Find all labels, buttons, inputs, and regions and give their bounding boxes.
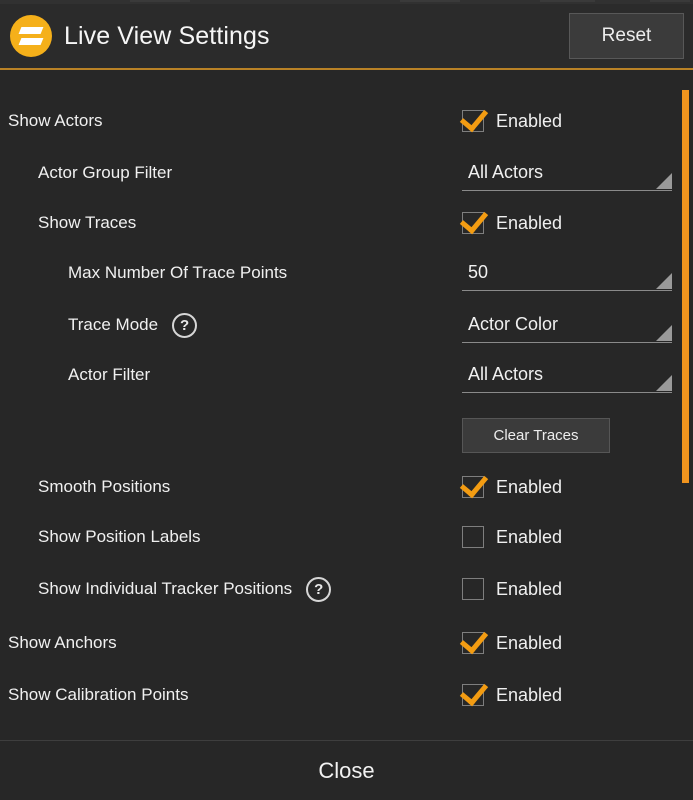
setting-label-max-number-of-trace-points: Max Number Of Trace Points (0, 263, 287, 283)
checkbox-show-position-labels[interactable]: Enabled (462, 526, 562, 548)
checkbox-label: Enabled (496, 633, 562, 654)
label-text: Show Actors (8, 111, 103, 131)
dropdown-value: 50 (462, 262, 488, 283)
setting-control-actor-group-filter: All Actors (462, 155, 674, 191)
dropdown-resize-triangle-icon[interactable] (656, 325, 672, 341)
page-title: Live View Settings (64, 22, 270, 51)
setting-label-show-position-labels: Show Position Labels (0, 527, 201, 547)
label-text: Max Number Of Trace Points (68, 263, 287, 283)
setting-control-smooth-positions: Enabled (462, 476, 674, 498)
dropdown-max-number-of-trace-points[interactable]: 50 (462, 255, 672, 291)
checkmark-icon[interactable] (462, 212, 484, 234)
setting-row-smooth-positions: Smooth Positions Enabled (0, 462, 693, 512)
dropdown-actor-filter[interactable]: All Actors (462, 357, 672, 393)
checkmark-icon[interactable] (462, 110, 484, 132)
dropdown-value: All Actors (462, 364, 543, 385)
label-text: Actor Filter (68, 365, 150, 385)
checkbox-show-traces[interactable]: Enabled (462, 212, 562, 234)
setting-row-trace-mode: Trace Mode? Actor Color (0, 300, 693, 350)
reset-button[interactable]: Reset (569, 13, 684, 59)
scrollbar-track[interactable] (683, 70, 691, 738)
setting-row-max-number-of-trace-points: Max Number Of Trace Points 50 (0, 248, 693, 298)
checkbox-label: Enabled (496, 579, 562, 600)
dropdown-resize-triangle-icon[interactable] (656, 173, 672, 189)
checkbox-show-individual-tracker-positions[interactable]: Enabled (462, 578, 562, 600)
checkmark-icon[interactable] (462, 476, 484, 498)
setting-row-show-calibration-points: Show Calibration Points Enabled (0, 670, 693, 720)
setting-control-show-position-labels: Enabled (462, 526, 674, 548)
setting-control-show-calibration-points: Enabled (462, 684, 674, 706)
close-button[interactable]: Close (0, 741, 693, 800)
setting-control-actor-filter: All Actors (462, 357, 674, 393)
checkbox-show-actors[interactable]: Enabled (462, 110, 562, 132)
setting-row-show-traces: Show Traces Enabled (0, 198, 693, 248)
close-button-label: Close (318, 758, 374, 784)
setting-label-actor-filter: Actor Filter (0, 365, 150, 385)
checkbox-label: Enabled (496, 685, 562, 706)
setting-row-show-position-labels: Show Position Labels Enabled (0, 512, 693, 562)
dropdown-resize-triangle-icon[interactable] (656, 375, 672, 391)
checkbox-label: Enabled (496, 213, 562, 234)
dropdown-trace-mode[interactable]: Actor Color (462, 307, 672, 343)
empty-checkbox-icon[interactable] (462, 526, 484, 548)
settings-list: Show Actors Enabled Actor Group Filter All … (0, 70, 693, 738)
setting-label-trace-mode: Trace Mode? (0, 313, 197, 338)
setting-row-actor-filter: Actor Filter All Actors (0, 350, 693, 400)
checkbox-smooth-positions[interactable]: Enabled (462, 476, 562, 498)
setting-label-show-traces: Show Traces (0, 213, 136, 233)
setting-label-show-individual-tracker-positions: Show Individual Tracker Positions? (0, 577, 331, 602)
setting-control-show-individual-tracker-positions: Enabled (462, 578, 674, 600)
dropdown-actor-group-filter[interactable]: All Actors (462, 155, 672, 191)
checkbox-show-anchors[interactable]: Enabled (462, 632, 562, 654)
setting-control-show-anchors: Enabled (462, 632, 674, 654)
label-text: Show Individual Tracker Positions (38, 579, 292, 599)
label-text: Show Traces (38, 213, 136, 233)
setting-label-show-actors: Show Actors (0, 111, 103, 131)
label-text: Actor Group Filter (38, 163, 172, 183)
setting-control-trace-mode: Actor Color (462, 307, 674, 343)
setting-label-show-anchors: Show Anchors (0, 633, 117, 653)
setting-control-show-traces: Enabled (462, 212, 674, 234)
setting-row-clear-traces: Clear Traces (0, 410, 693, 460)
setting-row-actor-group-filter: Actor Group Filter All Actors (0, 148, 693, 198)
label-text: Show Calibration Points (8, 685, 188, 705)
setting-row-show-anchors: Show Anchors Enabled (0, 618, 693, 668)
scrollbar-thumb[interactable] (682, 90, 689, 483)
label-text: Trace Mode (68, 315, 158, 335)
dialog-header: Live View Settings Reset (0, 4, 693, 68)
dropdown-value: All Actors (462, 162, 543, 183)
setting-label-actor-group-filter: Actor Group Filter (0, 163, 172, 183)
checkmark-icon[interactable] (462, 684, 484, 706)
setting-row-show-actors: Show Actors Enabled (0, 96, 693, 146)
setting-control-max-number-of-trace-points: 50 (462, 255, 674, 291)
live-view-settings-dialog: Live View Settings Reset Show Actors Enab… (0, 0, 693, 800)
checkbox-label: Enabled (496, 477, 562, 498)
setting-label-show-calibration-points: Show Calibration Points (0, 685, 188, 705)
dropdown-resize-triangle-icon[interactable] (656, 273, 672, 289)
checkbox-label: Enabled (496, 527, 562, 548)
dropdown-value: Actor Color (462, 314, 558, 335)
zoom-logo-icon (10, 15, 52, 57)
setting-control-show-actors: Enabled (462, 110, 674, 132)
label-text: Smooth Positions (38, 477, 170, 497)
setting-control-clear-traces: Clear Traces (462, 418, 674, 453)
label-text: Show Anchors (8, 633, 117, 653)
checkbox-show-calibration-points[interactable]: Enabled (462, 684, 562, 706)
checkmark-icon[interactable] (462, 632, 484, 654)
empty-checkbox-icon[interactable] (462, 578, 484, 600)
help-icon[interactable]: ? (306, 577, 331, 602)
label-text: Show Position Labels (38, 527, 201, 547)
setting-row-show-individual-tracker-positions: Show Individual Tracker Positions? Enable… (0, 564, 693, 614)
setting-label-smooth-positions: Smooth Positions (0, 477, 170, 497)
checkbox-label: Enabled (496, 111, 562, 132)
help-icon[interactable]: ? (172, 313, 197, 338)
clear-traces-button[interactable]: Clear Traces (462, 418, 610, 453)
